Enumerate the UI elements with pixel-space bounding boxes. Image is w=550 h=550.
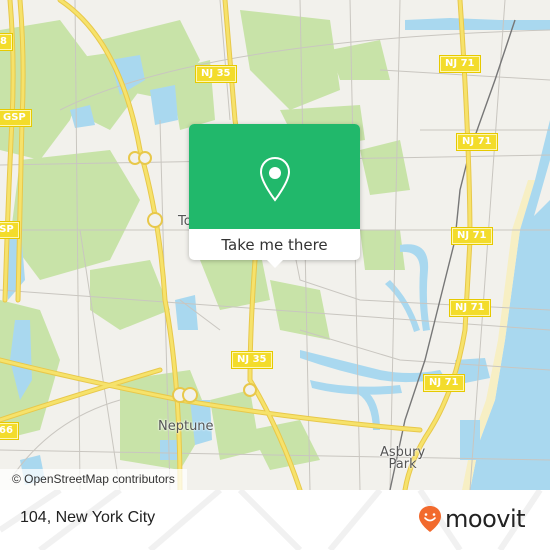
road-shield-gsp: GSP: [0, 221, 20, 239]
road-shield-18: 18: [0, 33, 13, 51]
place-label-neptune: Neptune: [158, 419, 214, 434]
road-shield-nj71: NJ 71: [439, 55, 481, 73]
address-label: 104, New York City: [20, 509, 156, 526]
location-popup: Take me there: [189, 124, 360, 268]
road-shield-nj35: NJ 35: [195, 65, 237, 83]
popup-pointer: [266, 259, 284, 268]
road-shield-nj71: NJ 71: [456, 133, 498, 151]
road-shield-66: 66: [0, 422, 19, 440]
moovit-logo[interactable]: moovit: [418, 505, 526, 533]
popup-header: [189, 124, 360, 229]
road-shield-nj71: NJ 71: [423, 374, 465, 392]
map-pin-icon: [259, 156, 291, 202]
moovit-pin-icon: [419, 506, 441, 532]
place-label-asbury-park: Asbury Park: [380, 445, 426, 472]
map[interactable]: NJ 35 NJ 35 NJ 71 NJ 71 NJ 71 NJ 71 NJ 7…: [0, 0, 550, 490]
moovit-wordmark: moovit: [445, 505, 526, 533]
map-attribution[interactable]: © OpenStreetMap contributors: [0, 469, 187, 490]
road-shield-nj71: NJ 71: [449, 299, 491, 317]
road-shield-nj71: NJ 71: [451, 227, 493, 245]
take-me-there-button[interactable]: Take me there: [189, 229, 360, 260]
road-shield-gsp: GSP: [0, 109, 32, 127]
road-shield-nj35: NJ 35: [231, 351, 273, 369]
